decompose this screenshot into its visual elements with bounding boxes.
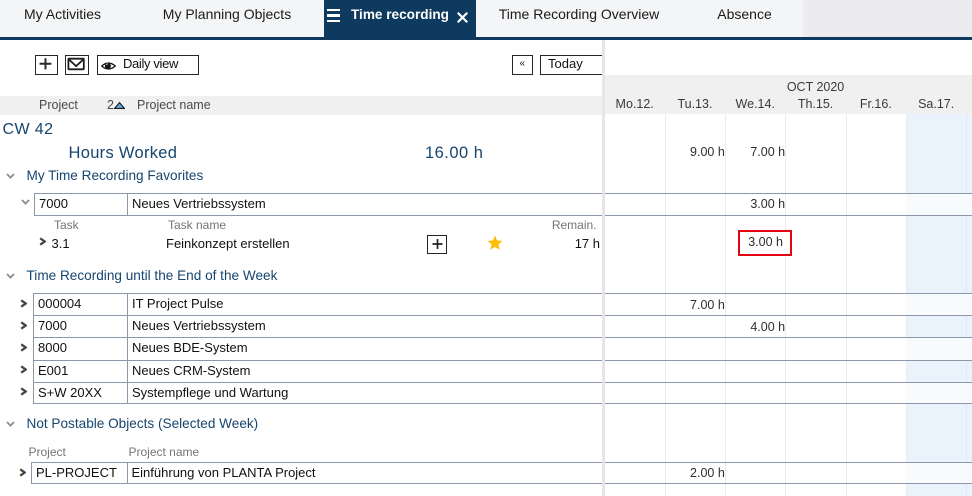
column-remaining: Remain. [455,218,597,232]
send-mail-button[interactable] [65,55,89,75]
expand-row-icon[interactable] [20,387,27,396]
favorite-project-name-cell[interactable]: Neues Vertriebssystem [127,193,602,216]
weekend-cell [906,383,966,403]
eye-icon [101,61,116,71]
view-mode-label: Daily view [123,56,178,73]
task-id[interactable]: 3.1 [52,236,70,251]
weekend-cell [906,294,966,315]
day-header: Fr.16. [846,97,906,111]
favorite-project-grid-row [605,193,972,216]
column-project-sub: Project [29,445,66,459]
hours-worked-total: 16.00 h [331,144,484,163]
favorite-project-id-cell[interactable]: 7000 [34,193,128,216]
column-project-name-sub: Project name [129,445,200,459]
day-header: Th.15. [785,97,845,111]
left-panel: Daily view « Today Project 2 Project nam… [0,40,602,496]
grid-row [605,360,972,382]
close-tab-icon[interactable] [457,12,468,23]
day-header: Mo.12. [605,97,665,111]
tab-my-planning-objects[interactable]: My Planning Objects [137,0,317,37]
expand-row-icon[interactable] [20,299,27,308]
column-project[interactable]: Project [39,96,78,115]
project-id-cell[interactable]: 000004 [33,293,128,315]
project-name-cell[interactable]: IT Project Pulse [127,293,602,315]
until-eow-section-title[interactable]: Time Recording until the End of the Week [27,268,278,283]
expand-row-icon[interactable] [20,365,27,374]
task-name[interactable]: Feinkonzept erstellen [166,236,290,251]
hours-cell[interactable]: 4.00 h [725,320,785,334]
column-task-name: Task name [168,218,226,232]
collapse-not-postable-icon[interactable] [6,421,15,427]
collapse-until-eow-icon[interactable] [6,273,15,279]
weekend-cell [966,463,972,483]
today-button[interactable]: Today [540,55,602,75]
weekend-cell [906,194,966,215]
grid-row [605,315,972,337]
hours-cell[interactable]: 9.00 h [665,145,725,159]
selected-hours-value: 3.00 h [740,235,783,249]
day-header: Sa.17. [906,97,966,111]
weekend-cell [966,194,972,215]
tab-bar: My Activities My Planning Objects Time R… [0,0,972,37]
tab-my-activities[interactable]: My Activities [0,0,125,37]
hours-cell[interactable]: 7.00 h [665,298,725,312]
column-task: Task [54,218,79,232]
day-header: We.14. [725,97,785,111]
not-postable-section-title[interactable]: Not Postable Objects (Selected Week) [27,416,259,431]
project-name-cell[interactable]: Einführung von PLANTA Project [127,462,602,484]
project-id-cell[interactable]: 7000 [33,315,128,337]
calendar-week-title: CW 42 [3,121,54,139]
left-column-header: Project 2 Project name [0,96,602,115]
expand-row-icon[interactable] [20,343,27,352]
hours-cell[interactable]: 2.00 h [665,466,725,480]
project-id-cell[interactable]: 8000 [33,337,128,359]
project-name-cell[interactable]: Neues Vertriebssystem [127,315,602,337]
tab-time-recording-overview[interactable]: Time Recording Overview [476,0,682,37]
grid-row [605,337,972,359]
menu-icon[interactable] [327,9,340,23]
grid-row [605,293,972,315]
selected-hours-cell[interactable]: 3.00 h [738,230,792,256]
project-id-cell[interactable]: E001 [33,360,128,382]
project-name-cell[interactable]: Systempflege und Wartung [127,382,602,404]
weekend-cell [906,463,966,483]
new-entry-button[interactable] [35,55,58,75]
weekend-cell [906,338,966,359]
weekend-cell [966,338,972,359]
weekend-cell [966,294,972,315]
hours-cell[interactable]: 3.00 h [725,197,785,211]
expand-task-icon[interactable] [39,237,46,246]
hours-worked-label: Hours Worked [69,144,178,163]
hours-cell[interactable]: 7.00 h [725,145,785,159]
grid-row [605,382,972,404]
grid-row [605,462,972,484]
collapse-favorite-project-icon[interactable] [21,199,30,205]
expand-row-icon[interactable] [19,468,26,477]
expand-row-icon[interactable] [20,321,27,330]
tab-absence[interactable]: Absence [682,0,807,37]
tab-time-recording-label: Time recording [351,0,449,36]
sort-ascending-icon[interactable] [114,102,125,109]
week-grid-panel: OCT 2020 Mo.12. Tu.13. We.14. Th.15. Fr.… [605,40,972,496]
month-label: OCT 2020 [605,80,972,94]
collapse-favorites-icon[interactable] [6,173,15,179]
project-id-cell[interactable]: S+W 20XX [33,382,128,404]
grid-header: OCT 2020 Mo.12. Tu.13. We.14. Th.15. Fr.… [605,75,972,114]
project-id-cell[interactable]: PL-PROJECT [31,462,128,484]
tab-bar-filler [803,0,972,37]
time-recording-app: My Activities My Planning Objects Time R… [0,0,972,496]
favorites-section-title[interactable]: My Time Recording Favorites [27,168,204,183]
column-project-name[interactable]: Project name [137,96,211,115]
tab-time-recording[interactable]: Time recording [324,0,476,40]
task-remaining-value: 17 h [455,236,600,251]
view-mode-dropdown[interactable]: Daily view [97,55,199,75]
previous-week-button[interactable]: « [512,55,533,75]
project-name-cell[interactable]: Neues CRM-System [127,360,602,382]
weekend-cell [966,383,972,403]
project-name-cell[interactable]: Neues BDE-System [127,337,602,359]
day-header: Tu.13. [665,97,725,111]
add-time-entry-button[interactable] [427,235,447,254]
